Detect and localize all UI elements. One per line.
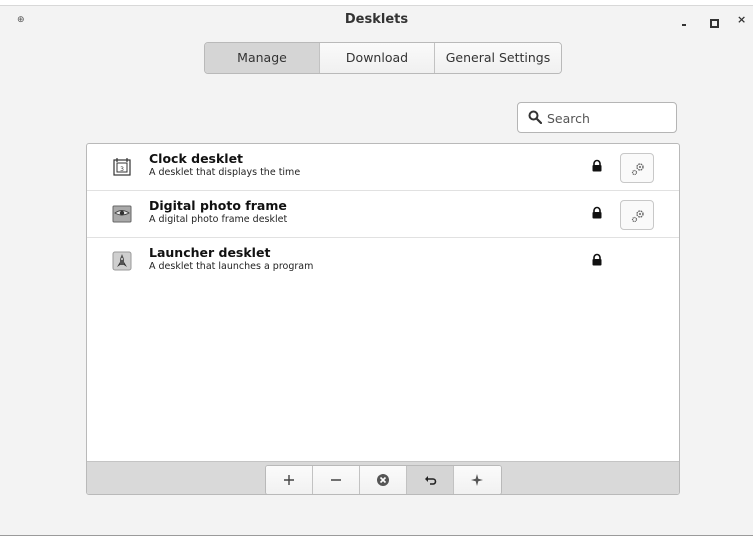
- desklet-list: 3 Clock desklet A desklet that displays …: [86, 143, 680, 495]
- search-box[interactable]: [517, 102, 677, 133]
- lock-icon: [592, 159, 602, 172]
- titlebar[interactable]: ⊕ Desklets: [0, 6, 753, 36]
- toolbar-button-group: [265, 465, 502, 494]
- tab-bar: Manage Download General Settings: [204, 42, 562, 74]
- photo-frame-icon: [112, 205, 132, 223]
- svg-text:3: 3: [120, 166, 124, 173]
- configure-button[interactable]: [620, 153, 654, 183]
- add-button[interactable]: [266, 466, 313, 494]
- window-title: Desklets: [344, 12, 409, 27]
- tab-general-settings[interactable]: General Settings: [435, 43, 561, 73]
- desklet-description: A desklet that displays the time: [149, 167, 301, 178]
- desklet-name: Clock desklet: [149, 151, 244, 166]
- list-item[interactable]: 3 Clock desklet A desklet that displays …: [87, 144, 679, 191]
- lock-icon: [592, 206, 602, 219]
- remove-button[interactable]: [313, 466, 360, 494]
- desklet-description: A digital photo frame desklet: [149, 214, 288, 225]
- clock-desklet-icon: 3: [113, 158, 131, 176]
- clear-icon: [377, 474, 389, 486]
- tab-download[interactable]: Download: [320, 43, 435, 73]
- list-item[interactable]: Launcher desklet A desklet that launches…: [87, 238, 679, 285]
- sparkle-button[interactable]: [454, 466, 501, 494]
- clear-button[interactable]: [360, 466, 407, 494]
- launcher-icon: [112, 251, 132, 271]
- configure-button[interactable]: [620, 200, 654, 230]
- gear-icon: [631, 210, 644, 223]
- undo-icon: [425, 476, 437, 485]
- desklet-description: A desklet that launches a program: [149, 261, 314, 272]
- remove-icon: [331, 479, 341, 481]
- search-icon: [528, 110, 542, 124]
- desklet-name: Launcher desklet: [149, 245, 271, 260]
- undo-button[interactable]: [407, 466, 454, 494]
- search-input[interactable]: [547, 108, 671, 128]
- list-toolbar: [87, 461, 679, 494]
- desklet-name: Digital photo frame: [149, 198, 287, 213]
- gear-icon: [631, 163, 644, 176]
- desklets-window: ⊕ Desklets Manage Download General Setti…: [0, 5, 753, 536]
- tab-manage[interactable]: Manage: [205, 43, 320, 73]
- maximize-icon[interactable]: [707, 16, 719, 28]
- minimize-icon[interactable]: [678, 16, 690, 28]
- close-icon[interactable]: [735, 14, 747, 28]
- sparkle-icon: [471, 474, 483, 486]
- list-item[interactable]: Digital photo frame A digital photo fram…: [87, 191, 679, 238]
- add-icon: [284, 475, 294, 485]
- lock-icon: [592, 253, 602, 266]
